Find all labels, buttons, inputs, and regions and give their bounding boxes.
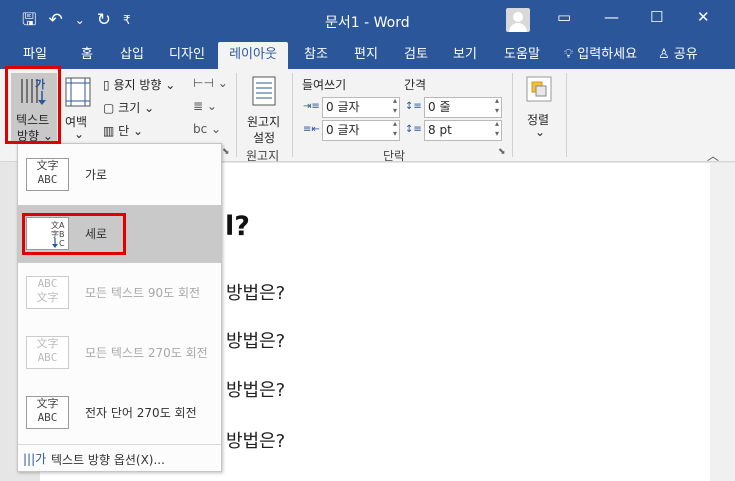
menu-item-horizontal[interactable]: 文字 ABC 가로 (18, 146, 221, 204)
tab-design[interactable]: 디자인 (160, 42, 214, 69)
highlight-text-direction (5, 66, 61, 144)
menu-separator (18, 444, 221, 445)
save-icon[interactable]: 🖫 (22, 9, 36, 31)
rotate-90-text-icon: ABC 文字 (26, 276, 69, 309)
quick-access-toolbar: 🖫 ↶ ⌄ ↻ ₹ (22, 9, 131, 31)
customize-qat-icon[interactable]: ₹ (123, 9, 131, 31)
separator (512, 73, 513, 157)
stacked-text-icon: 文字 ABC (26, 396, 69, 429)
line-numbers-icon[interactable]: ≣ ⌄ (193, 99, 217, 113)
arrange-icon (526, 76, 552, 102)
manuscript-label-2: 설정 (253, 131, 276, 145)
size-button[interactable]: ▢ 크기 ⌄ (103, 99, 154, 116)
indent-right-icon: ≡⇤ (303, 124, 320, 135)
manuscript-label-1: 원고지 (247, 115, 281, 129)
size-label: 크기 ⌄ (118, 101, 155, 115)
tell-me-box[interactable]: 💡︎ 입력하세요 (564, 42, 637, 69)
spacing-after-icon: ↕≡ (405, 124, 422, 135)
maximize-button[interactable]: ☐ (650, 8, 663, 26)
document-line: 방법은? (226, 331, 286, 352)
rotate-270-text-icon: 文字 ABC (26, 336, 69, 369)
indent-header: 들여쓰기 (302, 78, 347, 92)
tab-help[interactable]: 도움말 (494, 42, 550, 69)
horizontal-text-icon: 文字 ABC (26, 158, 69, 191)
redo-icon[interactable]: ↻ (97, 9, 111, 31)
hyphenation-icon[interactable]: bc ⌄ (193, 122, 221, 136)
menu-item-label: 모든 텍스트 90도 회전 (85, 286, 201, 300)
separator (236, 73, 237, 157)
document-title: 문서1 - Word (325, 15, 410, 31)
text-direction-options-icon: |||가 (23, 452, 47, 466)
ribbon-display-options-icon[interactable]: ▭ (557, 8, 571, 26)
tab-layout[interactable]: 레이아웃 (218, 42, 288, 69)
manuscript-setup-button[interactable]: 원고지 설정 (242, 73, 288, 145)
indent-left-input[interactable]: 0 글자 (322, 96, 400, 118)
tell-me-label: 입력하세요 (577, 47, 638, 62)
menu-item-rotate-90: ABC 文字 모든 텍스트 90도 회전 (18, 264, 221, 322)
indent-right-input[interactable]: 0 글자 (322, 119, 400, 141)
indent-left-icon: ⇥≡ (303, 101, 320, 112)
separator (292, 73, 293, 157)
minimize-button[interactable]: — (604, 8, 619, 26)
arrange-arrow: ⌄ (535, 125, 546, 139)
text-direction-menu: 文字 ABC 가로 文 A 字 B C 세로 ABC 文字 모든 텍스트 90도 회… (17, 143, 222, 472)
orientation-icon: ▯ (103, 78, 110, 92)
columns-label: 단 ⌄ (118, 124, 144, 138)
share-label: 공유 (673, 47, 698, 62)
vertical-scrollbar[interactable] (710, 163, 735, 481)
page-setup-launcher-icon[interactable]: ⬊ (222, 147, 230, 157)
spacing-before-icon: ↕≡ (405, 101, 422, 112)
menu-item-label: 가로 (85, 168, 108, 182)
margins-button[interactable]: 여백 ⌄ (62, 73, 94, 143)
document-line: 방법은? (226, 431, 286, 452)
spacing-before-input[interactable]: 0 줄 (424, 96, 502, 118)
document-line: 방법은? (226, 380, 286, 401)
tab-references[interactable]: 참조 (296, 42, 336, 69)
highlight-vertical-option (22, 213, 126, 255)
orientation-label: 용지 방향 ⌄ (113, 78, 176, 92)
text-direction-options-label: 텍스트 방향 옵션(X)... (51, 453, 165, 467)
undo-icon[interactable]: ↶ (48, 9, 62, 31)
tab-view[interactable]: 보기 (444, 42, 486, 69)
text-direction-options-item[interactable]: |||가 텍스트 방향 옵션(X)... (18, 448, 221, 470)
tab-home[interactable]: 홈 (68, 42, 106, 69)
tab-mailings[interactable]: 편지 (344, 42, 388, 69)
document-line: 방법은? (226, 283, 286, 304)
menu-item-label: 전자 단어 270도 회전 (85, 406, 197, 420)
margins-icon (65, 77, 91, 107)
menu-item-label: 모든 텍스트 270도 회전 (85, 346, 208, 360)
manuscript-icon (252, 76, 276, 106)
columns-button[interactable]: ▥ 단 ⌄ (103, 122, 143, 139)
lightbulb-icon: 💡︎ (564, 47, 574, 62)
margins-arrow: ⌄ (74, 127, 85, 141)
separator (566, 73, 567, 157)
tab-review[interactable]: 검토 (394, 42, 438, 69)
share-button[interactable]: ♙ 공유 (658, 42, 698, 69)
undo-dropdown-icon[interactable]: ⌄ (75, 9, 85, 31)
paragraph-group-label: 단락 (383, 149, 406, 163)
spacing-header: 간격 (404, 78, 427, 92)
document-heading: l? (225, 211, 250, 242)
columns-icon: ▥ (103, 124, 115, 138)
ribbon-tabs: 파일 홈 삽입 디자인 레이아웃 참조 편지 검토 보기 도움말 💡︎ 입력하세… (0, 42, 735, 69)
size-icon: ▢ (103, 101, 115, 115)
menu-item-rotate-270: 文字 ABC 모든 텍스트 270도 회전 (18, 324, 221, 382)
tab-file[interactable]: 파일 (12, 42, 58, 69)
collapse-ribbon-icon[interactable]: ︿ (707, 147, 719, 164)
paragraph-launcher-icon[interactable]: ⬊ (498, 147, 506, 157)
orientation-button[interactable]: ▯ 용지 방향 ⌄ (103, 76, 175, 93)
breaks-icon[interactable]: ⊢⊣ ⌄ (193, 76, 228, 90)
user-avatar[interactable] (506, 8, 530, 32)
title-bar: 🖫 ↶ ⌄ ↻ ₹ 문서1 - Word ▭ — ☐ ✕ (0, 0, 735, 42)
menu-item-stacked-270[interactable]: 文字 ABC 전자 단어 270도 회전 (18, 384, 221, 442)
tab-insert[interactable]: 삽입 (110, 42, 154, 69)
manuscript-group-label: 원고지 (246, 149, 280, 163)
arrange-button[interactable]: 정렬 ⌄ (518, 73, 560, 139)
spacing-after-input[interactable]: 8 pt (424, 119, 502, 141)
share-person-icon: ♙ (658, 47, 670, 62)
close-button[interactable]: ✕ (697, 8, 710, 26)
